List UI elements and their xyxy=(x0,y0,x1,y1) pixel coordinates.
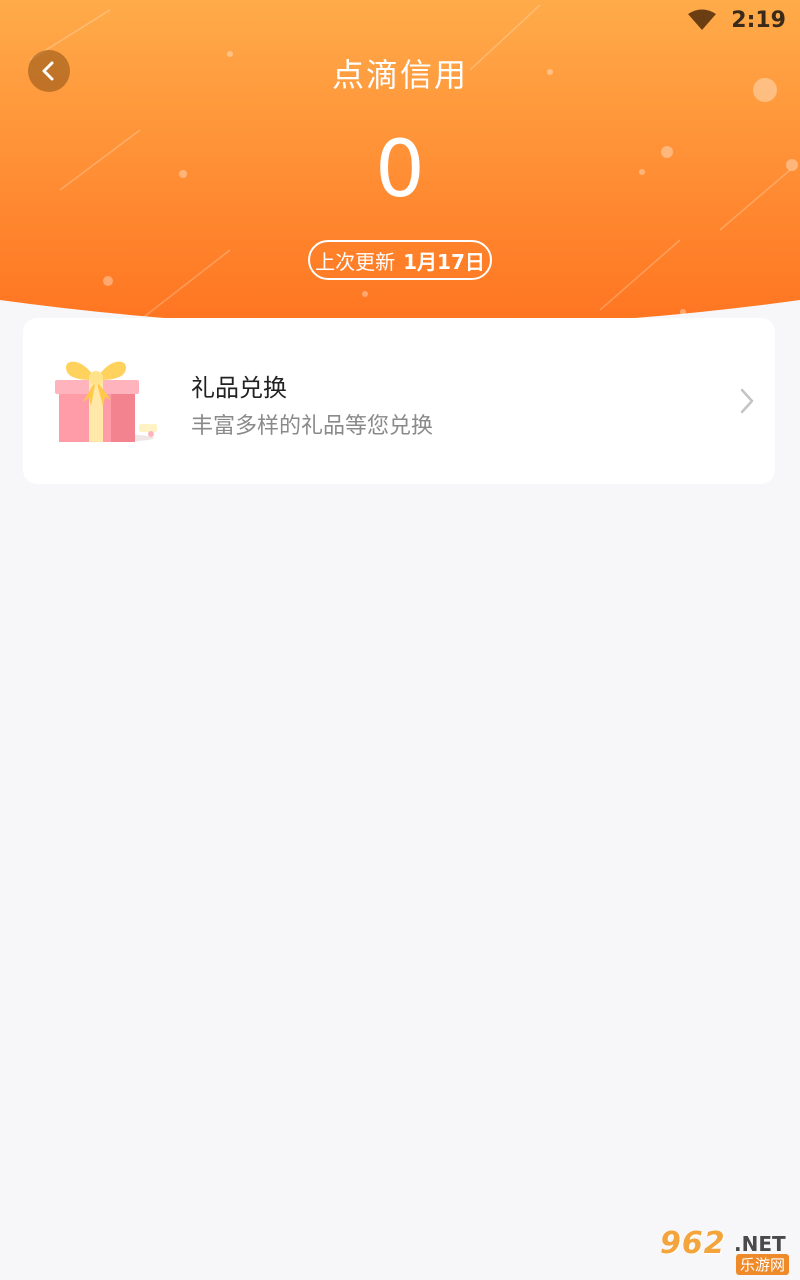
gift-box-icon xyxy=(55,361,157,442)
status-time: 2:19 xyxy=(731,7,786,33)
header-banner: 2:19 点滴信用 0 上次更新 1月17日 xyxy=(0,0,800,340)
chevron-right-icon[interactable] xyxy=(737,386,757,416)
watermark-site-name: 乐游网 xyxy=(736,1254,790,1275)
last-update-date: 1月17日 xyxy=(403,249,485,274)
card-title: 礼品兑换 xyxy=(191,374,287,402)
page-title: 点滴信用 xyxy=(331,56,468,94)
gift-exchange-card[interactable]: 礼品兑换 丰富多样的礼品等您兑换 xyxy=(23,318,775,484)
last-update-label: 上次更新 xyxy=(315,249,396,274)
watermark-logo: 962 .NET 乐游网 xyxy=(656,1226,792,1276)
watermark-number: 962 xyxy=(660,1226,726,1261)
card-subtitle: 丰富多样的礼品等您兑换 xyxy=(191,414,434,439)
wifi-icon xyxy=(688,9,717,30)
status-bar: 2:19 xyxy=(687,0,800,40)
credit-score-value: 0 xyxy=(375,125,425,215)
last-update-badge: 上次更新 1月17日 xyxy=(308,240,492,280)
watermark-domain: .NET xyxy=(734,1232,786,1256)
